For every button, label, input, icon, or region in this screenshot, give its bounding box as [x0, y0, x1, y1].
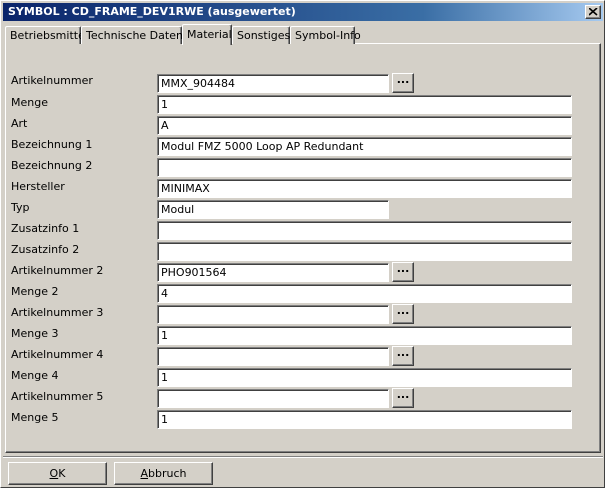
artikelnummer-3-browse-button[interactable]: ...	[392, 304, 414, 324]
title-bar[interactable]: SYMBOL : CD_FRAME_DEV1RWE (ausgewertet)	[3, 3, 603, 21]
artikelnummer-5-browse-button[interactable]: ...	[392, 388, 414, 408]
label-menge-2: Menge 2	[11, 285, 59, 298]
bezeichnung-2-field[interactable]	[157, 158, 572, 177]
tab-technische-daten[interactable]: Technische Daten	[81, 26, 183, 44]
label-art: Art	[11, 117, 28, 130]
artikelnummer-4-field[interactable]	[157, 347, 389, 366]
artikelnummer-5-field[interactable]	[157, 389, 389, 408]
tab-betriebsmittel[interactable]: Betriebsmittel	[5, 26, 88, 44]
zusatzinfo-1-field[interactable]	[157, 221, 572, 240]
label-artikelnummer-3: Artikelnummer 3	[11, 306, 104, 319]
window-title: SYMBOL : CD_FRAME_DEV1RWE (ausgewertet)	[8, 5, 296, 18]
button-separator	[3, 456, 603, 458]
menge-4-field[interactable]: 1	[157, 368, 572, 387]
ok-mnemonic: O	[49, 467, 59, 480]
menge-5-field[interactable]: 1	[157, 410, 572, 429]
label-typ: Typ	[11, 201, 30, 214]
label-artikelnummer: Artikelnummer	[11, 74, 93, 87]
label-bezeichnung-1: Bezeichnung 1	[11, 138, 93, 151]
menge-field[interactable]: 1	[157, 95, 572, 114]
artikelnummer-browse-button[interactable]: ...	[392, 73, 414, 93]
label-artikelnummer-2: Artikelnummer 2	[11, 264, 104, 277]
menge-2-field[interactable]: 4	[157, 284, 572, 303]
label-artikelnummer-4: Artikelnummer 4	[11, 348, 104, 361]
hersteller-field[interactable]: MINIMAX	[157, 179, 572, 198]
artikelnummer-2-browse-button[interactable]: ...	[392, 262, 414, 282]
artikelnummer-3-field[interactable]	[157, 305, 389, 324]
label-menge-3: Menge 3	[11, 327, 59, 340]
label-zusatzinfo-1: Zusatzinfo 1	[11, 222, 80, 235]
cancel-button[interactable]: Abbruch	[114, 462, 213, 485]
cancel-mnemonic: A	[140, 467, 149, 480]
typ-field[interactable]: Modul	[157, 200, 389, 219]
label-menge-4: Menge 4	[11, 369, 59, 382]
label-artikelnummer-5: Artikelnummer 5	[11, 390, 104, 403]
artikelnummer-2-field[interactable]: PHO901564	[157, 263, 389, 282]
bezeichnung-1-field[interactable]: Modul FMZ 5000 Loop AP Redundant	[157, 137, 572, 156]
artikelnummer-4-browse-button[interactable]: ...	[392, 346, 414, 366]
menge-3-field[interactable]: 1	[157, 326, 572, 345]
label-menge: Menge	[11, 96, 48, 109]
tab-sonstiges[interactable]: Sonstiges	[232, 26, 290, 44]
tab-material[interactable]: Material	[182, 24, 232, 45]
zusatzinfo-2-field[interactable]	[157, 242, 572, 261]
label-bezeichnung-2: Bezeichnung 2	[11, 159, 93, 172]
ok-label-rest: K	[58, 467, 66, 480]
ok-button[interactable]: OK	[8, 462, 107, 485]
cancel-label-rest: bbruch	[148, 467, 187, 480]
artikelnummer-field[interactable]: MMX_904484	[157, 74, 389, 93]
tab-symbol-info[interactable]: Symbol-Info	[290, 26, 361, 44]
close-icon	[589, 8, 598, 16]
art-field[interactable]: A	[157, 116, 572, 135]
label-menge-5: Menge 5	[11, 411, 59, 424]
close-button[interactable]	[585, 5, 601, 19]
label-zusatzinfo-2: Zusatzinfo 2	[11, 243, 80, 256]
dialog-window: SYMBOL : CD_FRAME_DEV1RWE (ausgewertet) …	[0, 0, 605, 488]
label-hersteller: Hersteller	[11, 180, 65, 193]
